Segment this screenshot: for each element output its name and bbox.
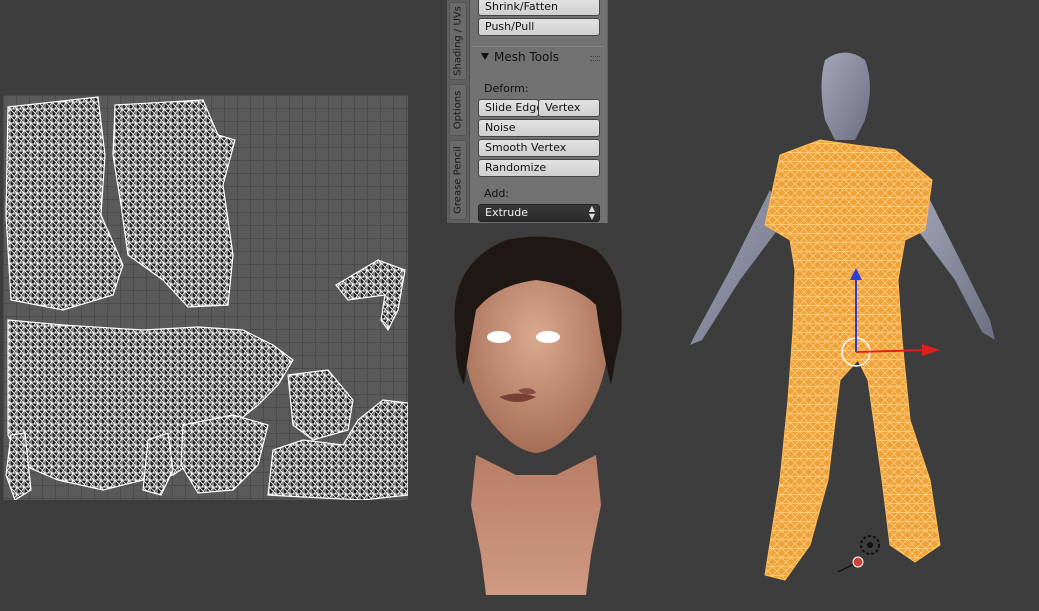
uv-island [5, 96, 124, 311]
tool-shelf: Shading / UVs Options Grease Pencil Shri… [447, 0, 608, 223]
uv-island [180, 414, 269, 494]
updown-arrows-icon: ▲ ▼ [588, 204, 595, 221]
noise-button[interactable]: Noise [478, 119, 600, 137]
tool-panel-body: Shrink/Fatten Push/Pull Mesh Tools Defor… [470, 0, 607, 223]
shrink-fatten-button[interactable]: Shrink/Fatten [478, 0, 600, 16]
vertex-button[interactable]: Vertex [538, 99, 600, 117]
mesh-tools-header[interactable]: Mesh Tools [472, 46, 604, 69]
add-label: Add: [484, 187, 510, 200]
deform-label: Deform: [484, 82, 529, 95]
collapse-triangle-icon [481, 53, 489, 60]
tab-shading-uvs[interactable]: Shading / UVs [449, 2, 467, 80]
uv-island [335, 259, 406, 332]
uv-island [142, 432, 174, 496]
panel-title: Mesh Tools [494, 50, 559, 64]
tab-options[interactable]: Options [449, 84, 467, 136]
add-extrude-select[interactable]: Extrude ▲ ▼ [478, 204, 600, 222]
tool-tab-strip: Shading / UVs Options Grease Pencil [447, 0, 470, 223]
body-model-viewport[interactable] [660, 40, 1039, 607]
right-eye [536, 331, 560, 343]
add-select-value: Extrude [485, 206, 529, 219]
uv-island [287, 369, 354, 441]
uv-island [112, 99, 236, 308]
smooth-vertex-button[interactable]: Smooth Vertex [478, 139, 600, 157]
tab-grease-pencil[interactable]: Grease Pencil [449, 140, 467, 220]
slide-edge-button[interactable]: Slide Edge [478, 99, 539, 117]
head-model [454, 236, 622, 595]
push-pull-button[interactable]: Push/Pull [478, 18, 600, 36]
uv-islands [5, 96, 408, 500]
head-model-viewport[interactable] [436, 225, 636, 607]
drag-grip-icon[interactable] [590, 56, 600, 61]
lamp-icon[interactable] [837, 535, 880, 573]
wireframe-body-model [690, 52, 995, 581]
uv-editor[interactable] [3, 95, 408, 500]
left-eye [487, 331, 511, 343]
randomize-button[interactable]: Randomize [478, 159, 600, 177]
gizmo-x-arrow-icon[interactable] [922, 344, 940, 356]
